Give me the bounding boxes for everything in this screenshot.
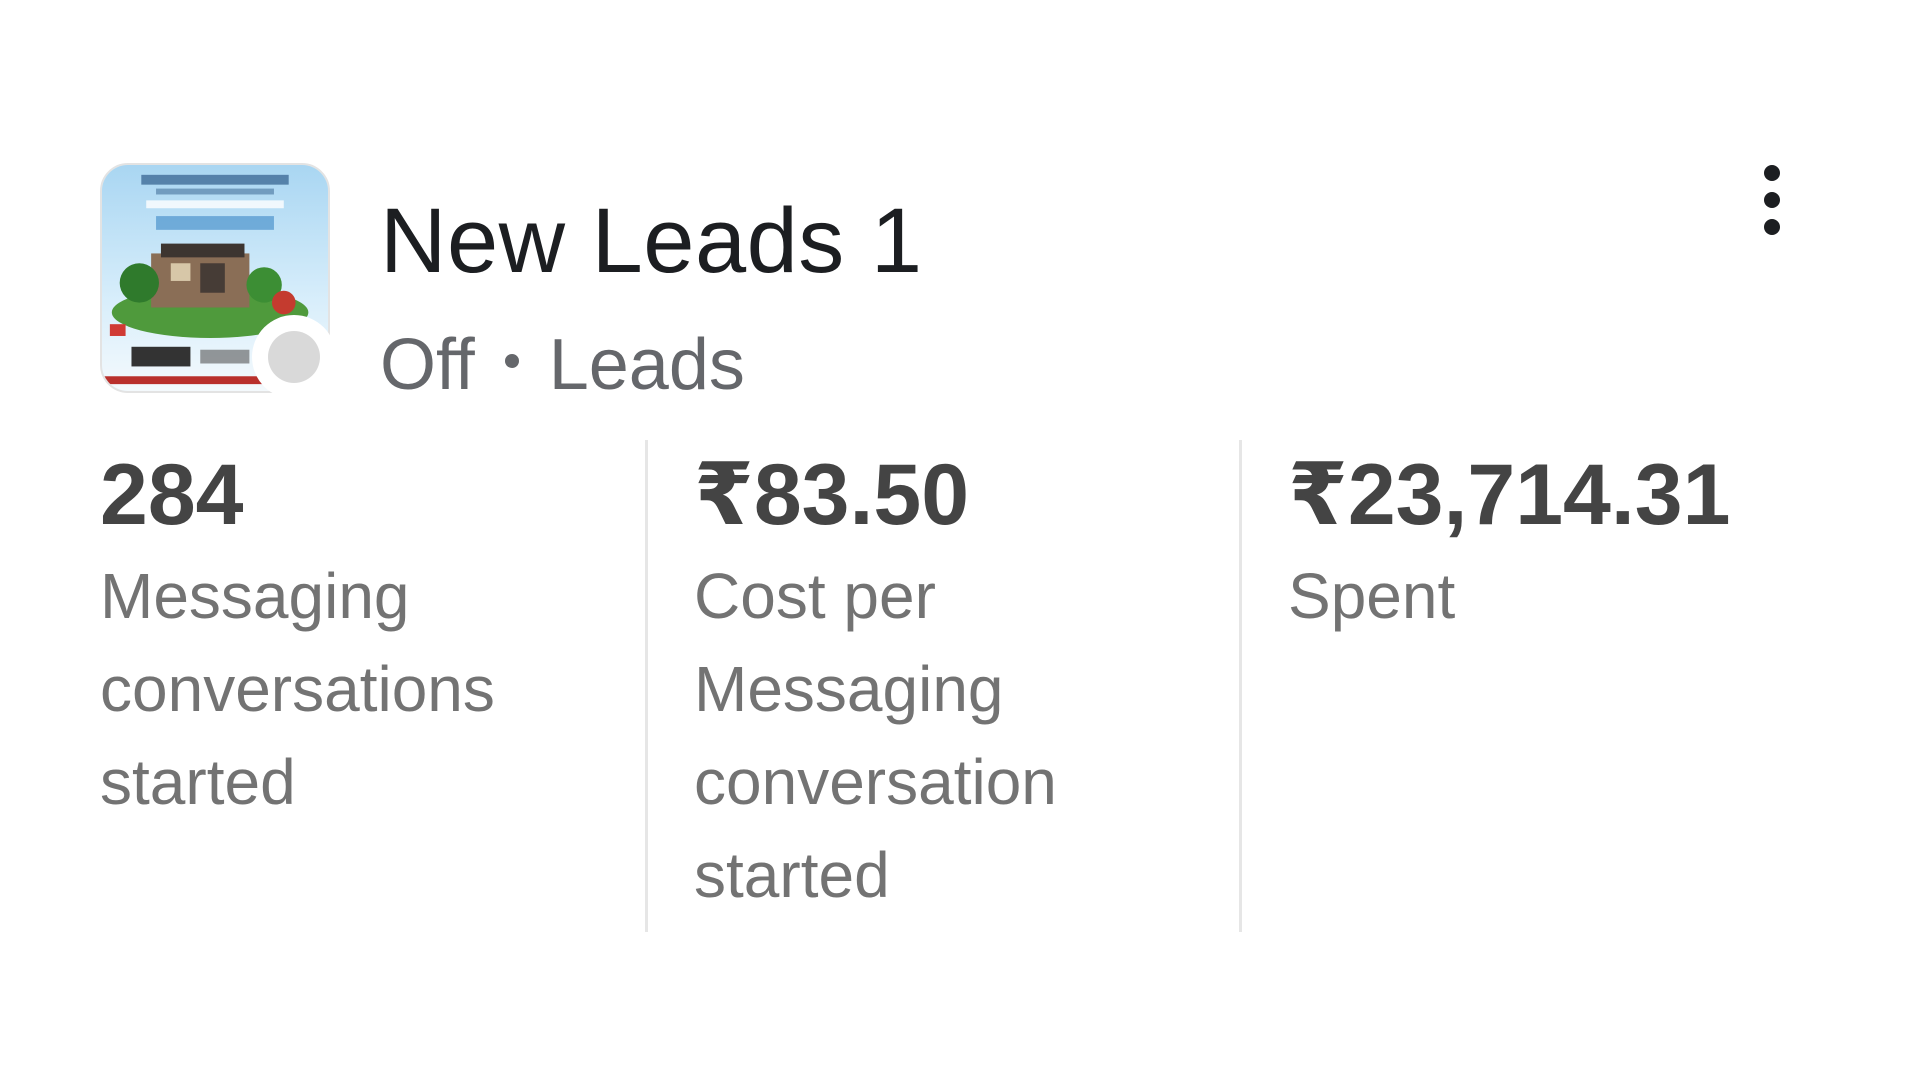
metric-value: ₹23,714.31 <box>1288 447 1731 543</box>
ad-card[interactable]: New Leads 1 Off Leads 284 Messaging conv… <box>0 0 1920 1079</box>
metrics-row: 284 Messaging conversations started ₹83.… <box>0 440 1920 940</box>
more-options-button[interactable] <box>1740 150 1804 250</box>
ad-title[interactable]: New Leads 1 <box>380 186 923 296</box>
metric-value: 284 <box>100 447 244 543</box>
more-vertical-icon <box>1764 192 1780 208</box>
separator-dot-icon <box>504 354 519 368</box>
status-off-dot <box>268 331 320 383</box>
more-vertical-icon <box>1764 165 1780 181</box>
metric-value: ₹83.50 <box>694 447 970 543</box>
metric-divider <box>645 440 648 932</box>
ad-status-text: Off <box>380 325 475 405</box>
metric-cost-per-result[interactable]: ₹83.50 Cost per Messaging conversation s… <box>694 440 1214 940</box>
ad-objective-text: Leads <box>548 325 745 405</box>
metric-label: Cost per Messaging conversation started <box>694 560 1057 911</box>
more-vertical-icon <box>1764 219 1780 235</box>
page: New Leads 1 Off Leads 284 Messaging conv… <box>0 0 1920 1079</box>
ad-thumbnail-container[interactable] <box>100 163 336 399</box>
metric-amount-spent[interactable]: ₹23,714.31 Spent <box>1288 440 1848 940</box>
metric-label: Messaging conversations started <box>100 560 495 818</box>
ad-subtitle: Off Leads <box>380 320 745 410</box>
metric-divider <box>1239 440 1242 932</box>
metric-results[interactable]: 284 Messaging conversations started <box>100 440 620 940</box>
metric-label: Spent <box>1288 560 1456 632</box>
status-indicator <box>252 315 336 399</box>
